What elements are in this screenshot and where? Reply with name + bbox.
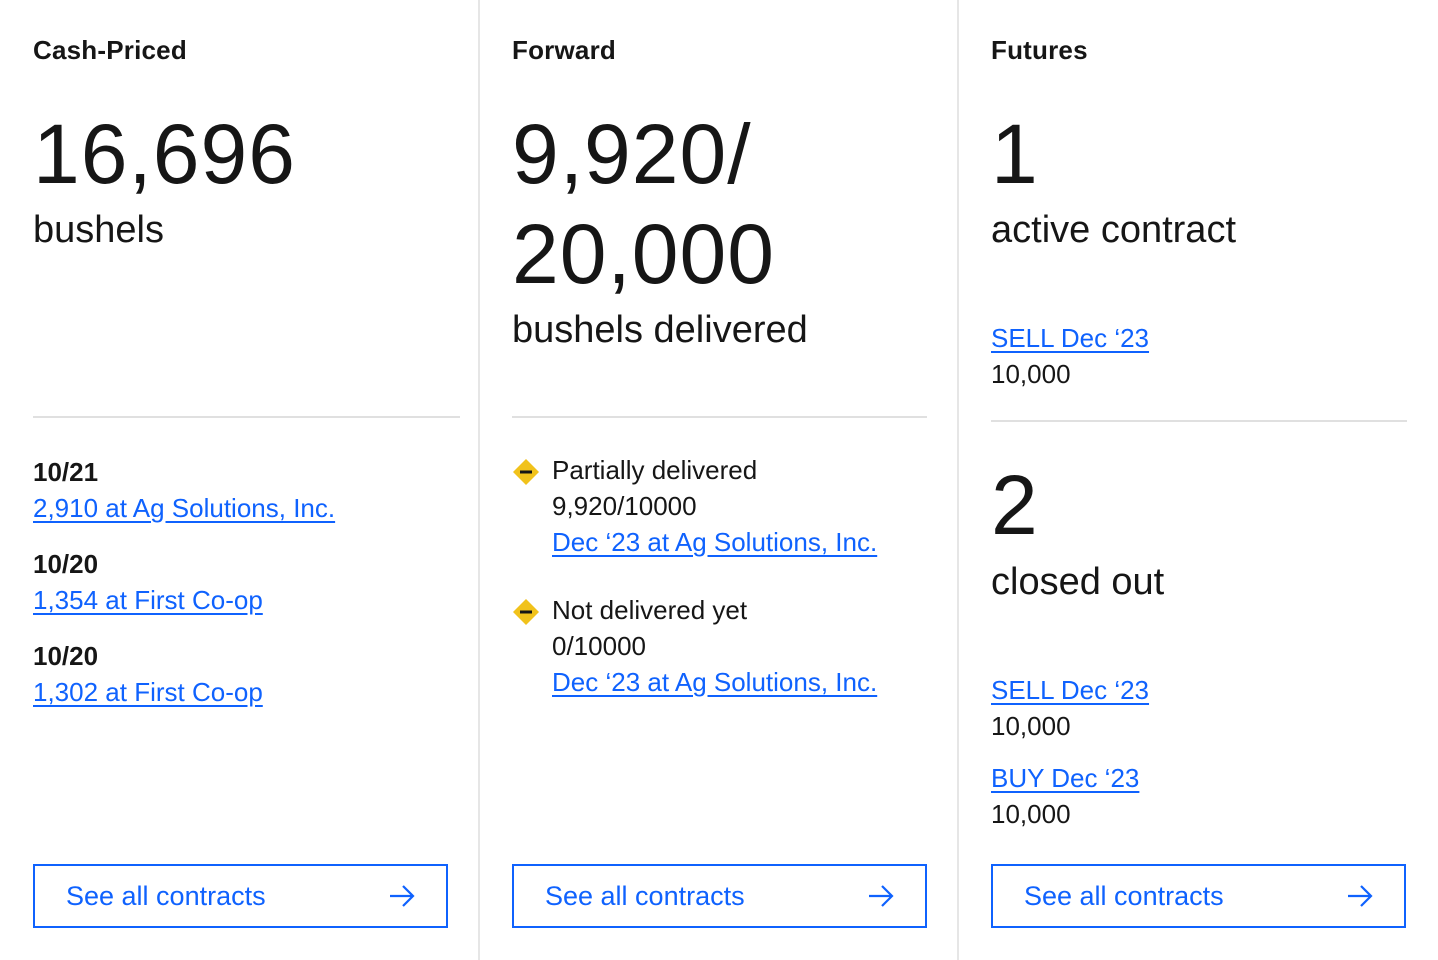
futures-contract-quantity: 10,000	[991, 359, 1071, 389]
section-divider	[33, 416, 460, 418]
see-all-contracts-button[interactable]: See all contracts	[512, 864, 927, 928]
button-label: See all contracts	[545, 881, 745, 911]
section-divider	[991, 420, 1407, 422]
closed-contract-label: closed out	[991, 561, 1165, 603]
futures-contract-link[interactable]: BUY Dec ‘23	[991, 760, 1139, 796]
button-label: See all contracts	[66, 881, 266, 911]
button-label: See all contracts	[1024, 881, 1224, 911]
status-label: Partially delivered	[552, 455, 758, 485]
futures-panel: Futures 1 active contract SELL Dec ‘23 1…	[958, 0, 1438, 960]
futures-contract-quantity: 10,000	[991, 711, 1071, 741]
entry-link[interactable]: 1,354 at First Co-op	[33, 583, 263, 617]
arrow-right-icon	[869, 885, 894, 907]
arrow-right-icon	[390, 885, 415, 907]
forward-panel: Forward 9,920/ 20,000 bushels delivered …	[479, 0, 958, 960]
contracted-amount: 20,000	[512, 207, 775, 301]
warning-diamond-icon	[513, 599, 539, 625]
closed-contract-count: 2	[991, 458, 1039, 552]
delivered-amount: 9,920/	[512, 107, 752, 201]
arrow-right-icon	[1348, 885, 1373, 907]
see-all-contracts-button[interactable]: See all contracts	[33, 864, 448, 928]
section-divider	[512, 416, 927, 418]
delivery-progress: 9,920/10000	[552, 491, 697, 521]
unit-label: bushels	[33, 209, 164, 251]
contract-link[interactable]: Dec ‘23 at Ag Solutions, Inc.	[552, 524, 877, 560]
cash-priced-panel: Cash-Priced 16,696 bushels 10/21 2,910 a…	[0, 0, 479, 960]
status-label: Not delivered yet	[552, 595, 748, 625]
contract-link[interactable]: Dec ‘23 at Ag Solutions, Inc.	[552, 664, 877, 700]
futures-contract-link[interactable]: SELL Dec ‘23	[991, 672, 1149, 708]
entry-date: 10/20	[33, 549, 99, 579]
see-all-contracts-button[interactable]: See all contracts	[991, 864, 1406, 928]
delivery-status-item: Partially delivered 9,920/10000 Dec ‘23 …	[512, 452, 932, 562]
active-contract-count: 1	[991, 107, 1039, 201]
panel-title: Forward	[512, 35, 616, 65]
warning-diamond-icon	[513, 459, 539, 485]
panel-title: Futures	[991, 35, 1088, 65]
delivery-progress: 0/10000	[552, 631, 646, 661]
total-bushels: 16,696	[33, 107, 296, 201]
entry-link[interactable]: 1,302 at First Co-op	[33, 675, 263, 709]
unit-label: bushels delivered	[512, 309, 808, 351]
entry-date: 10/20	[33, 641, 99, 671]
futures-contract-quantity: 10,000	[991, 799, 1071, 829]
active-contract-label: active contract	[991, 209, 1236, 251]
futures-contract-link[interactable]: SELL Dec ‘23	[991, 320, 1149, 356]
delivery-status-item: Not delivered yet 0/10000 Dec ‘23 at Ag …	[512, 592, 932, 702]
entry-date: 10/21	[33, 457, 99, 487]
panel-title: Cash-Priced	[33, 35, 187, 65]
entry-link[interactable]: 2,910 at Ag Solutions, Inc.	[33, 491, 335, 525]
